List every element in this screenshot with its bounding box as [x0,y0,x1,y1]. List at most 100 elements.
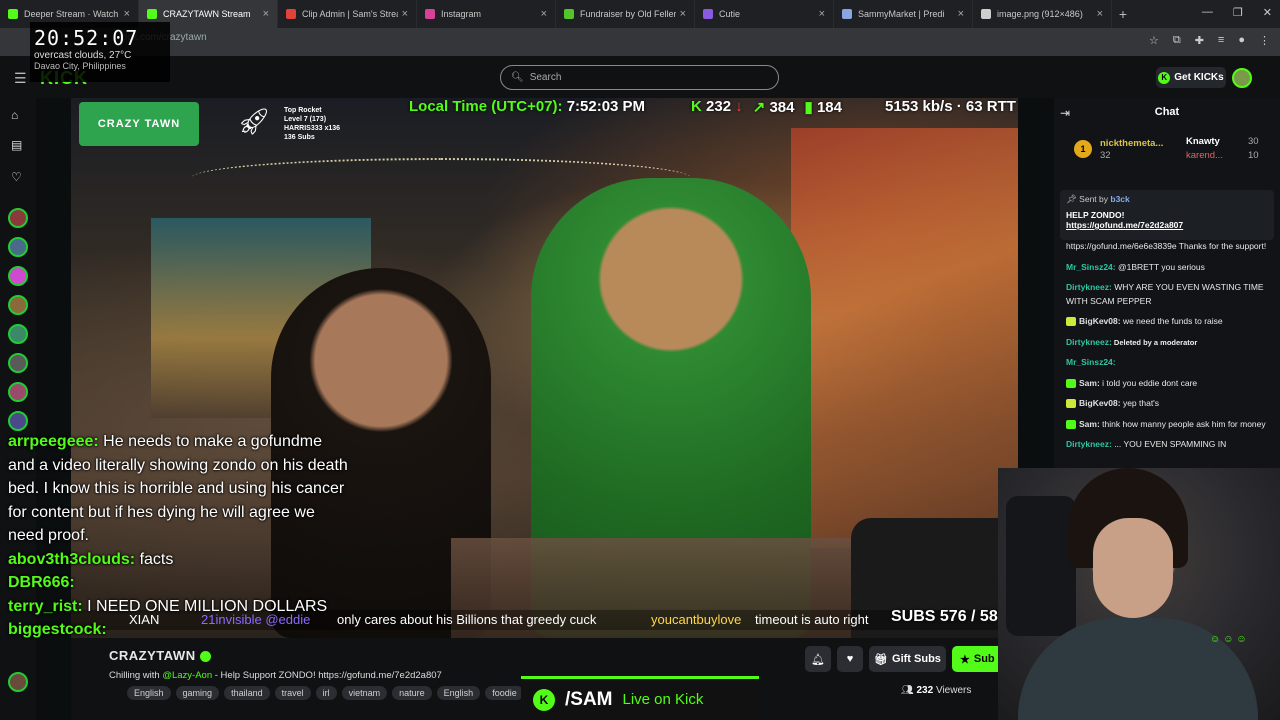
browser-tab[interactable]: Clip Admin | Sam's Stream × [278,0,417,28]
extension-icon[interactable]: ⧉ [1173,34,1181,47]
chat-message: Dirtykneez: WHY ARE YOU EVEN WASTING TIM… [1066,281,1276,308]
follow-button[interactable]: ♥ [837,646,863,672]
tab-close-icon[interactable]: × [124,8,130,20]
followed-channel-avatar[interactable] [8,237,28,257]
chat-message: BigKev08: yep that's [1066,397,1276,411]
chat-text: @1BRETT you serious [1115,261,1205,272]
tab-close-icon[interactable]: × [819,8,825,20]
tab-favicon-icon [703,9,713,19]
followed-channel-avatar[interactable] [8,353,28,373]
browse-icon[interactable]: ▤ [11,138,22,152]
browser-tab[interactable]: Cutie × [695,0,834,28]
search-placeholder: Search [529,72,562,83]
chat-username[interactable]: Sam: [1079,378,1100,388]
chat-username[interactable]: Dirtykneez: [1066,282,1112,292]
star-icon[interactable]: ☆ [1149,34,1159,47]
menu-icon[interactable]: ☰ [14,70,27,87]
profile-icon[interactable]: ● [1238,34,1245,47]
minimize-icon[interactable]: — [1202,6,1213,19]
tab-close-icon[interactable]: × [263,8,269,20]
search-input[interactable]: 🔍︎ Search [500,65,779,90]
overlay-chat-message: DBR666: [0,571,360,595]
tab-close-icon[interactable]: × [541,8,547,20]
followed-channel-avatar[interactable] [8,208,28,228]
tab-favicon-icon [147,9,157,19]
user-avatar[interactable] [1232,68,1252,88]
tab-favicon-icon [981,9,991,19]
puzzle-icon[interactable]: ✚ [1195,34,1204,47]
new-tab-icon[interactable]: + [1112,6,1134,22]
stream-stats: K 232 ↓ ↗ 384 ▮ 184 [691,98,842,116]
chat-username[interactable]: Mr_Sinsz24: [1066,262,1116,272]
leader-first-count: 32 [1100,150,1111,161]
notification-bell-button[interactable]: 🔔︎ [805,646,831,672]
chat-message: Mr_Sinsz24: @1BRETT you serious [1066,261,1276,275]
tab-favicon-icon [286,9,296,19]
followed-channel-avatar[interactable] [8,266,28,286]
pinned-message: 📌︎ Sent by b3ck HELP ZONDO! https://gofu… [1060,190,1274,240]
get-kicks-button[interactable]: K Get KICKs [1156,67,1226,88]
chat-text: yep that's [1120,398,1160,408]
followed-channel-avatar[interactable] [8,382,28,402]
bars-icon: ▮ [804,99,813,116]
followed-channel-avatar[interactable] [8,324,28,344]
chat-text: i told you eddie dont care [1099,377,1198,388]
site-header: ☰ KICK 🔍︎ Search K Get KICKs [0,56,1280,98]
followed-channel-avatar[interactable] [8,411,28,431]
home-icon[interactable]: ⌂ [11,108,18,122]
city-text: Davao City, Philippines [34,61,126,71]
chat-title: Chat [1154,106,1180,118]
chat-username[interactable]: Dirtykneez: [1066,337,1112,347]
chat-username[interactable]: Dirtykneez: [1066,439,1112,449]
chat-username[interactable]: BigKev08: [1079,398,1121,408]
leader-first-name[interactable]: nickthemeta... [1100,138,1163,149]
chat-message: BigKev08: we need the funds to raise [1066,315,1276,329]
close-window-icon[interactable]: ✕ [1263,6,1272,19]
chat-message: Dirtykneez: ... YOU EVEN SPAMMING IN [1066,438,1276,452]
browser-tab[interactable]: image.png (912×486) × [973,0,1112,28]
chat-text: https://gofund.me/6e6e3839e Thanks for t… [1066,241,1267,251]
overlay-chat-user: DBR666: [8,574,75,591]
chat-username[interactable]: Mr_Sinsz24: [1066,357,1116,367]
local-time-label: Local Time (UTC+07): [409,98,563,115]
tag-chip[interactable]: English [436,686,481,700]
banner-status: Live on Kick [622,691,704,708]
clock-widget: 20:52:07 overcast clouds, 27°C Davao Cit… [30,22,170,82]
queue-icon[interactable]: ≡ [1218,34,1224,47]
tab-close-icon[interactable]: × [402,8,408,20]
chat-username[interactable]: BigKev08: [1079,316,1121,326]
emote-icons[interactable]: ☺☺☺ [1210,634,1250,645]
chat-text: think how manny people ask him for money [1099,418,1266,429]
pinned-sender[interactable]: b3ck [1110,194,1129,204]
webcam-face [1093,518,1173,618]
tab-label: Fundraiser by Old Feller [580,9,676,19]
stat-k-value: 232 [706,98,732,115]
more-icon[interactable]: ⋮ [1259,34,1270,47]
leader-second-name[interactable]: Knawty [1186,136,1220,147]
tab-close-icon[interactable]: × [680,8,686,20]
tab-close-icon[interactable]: × [958,8,964,20]
tab-label: CRAZYTAWN Stream [163,9,251,19]
maximize-icon[interactable]: ❐ [1233,6,1243,19]
chat-message: https://gofund.me/6e6e3839e Thanks for t… [1066,240,1276,254]
tag-chip[interactable]: foodie [485,686,524,700]
get-kicks-label: Get KICKs [1174,72,1224,83]
browser-tab[interactable]: SammyMarket | Predi × [834,0,973,28]
chat-messages: https://gofund.me/6e6e3839e Thanks for t… [1066,240,1276,459]
followed-channel-avatar[interactable] [8,295,28,315]
pinned-link[interactable]: https://gofund.me/7e2d2a807 [1066,220,1268,230]
gift-subs-button[interactable]: 🎁︎ Gift Subs [869,646,946,672]
kick-circle-icon: K [533,688,555,711]
tab-close-icon[interactable]: × [1097,8,1103,20]
weather-text: overcast clouds, 27°C [34,50,132,61]
overlay-chat-message: biggestcock: [0,618,360,642]
leader-third-name[interactable]: karend... [1186,150,1223,161]
browser-tab[interactable]: Fundraiser by Old Feller × [556,0,695,28]
browser-tab[interactable]: Instagram × [417,0,556,28]
tag-chip[interactable]: nature [392,686,432,700]
chat-username[interactable]: Sam: [1079,419,1100,429]
overlay-chat-user: biggestcock: [8,621,107,638]
search-icon: 🔍︎ [511,72,524,83]
overlay-chat-user: arrpeegeee: [8,433,99,450]
following-heart-icon[interactable]: ♡ [11,170,22,184]
